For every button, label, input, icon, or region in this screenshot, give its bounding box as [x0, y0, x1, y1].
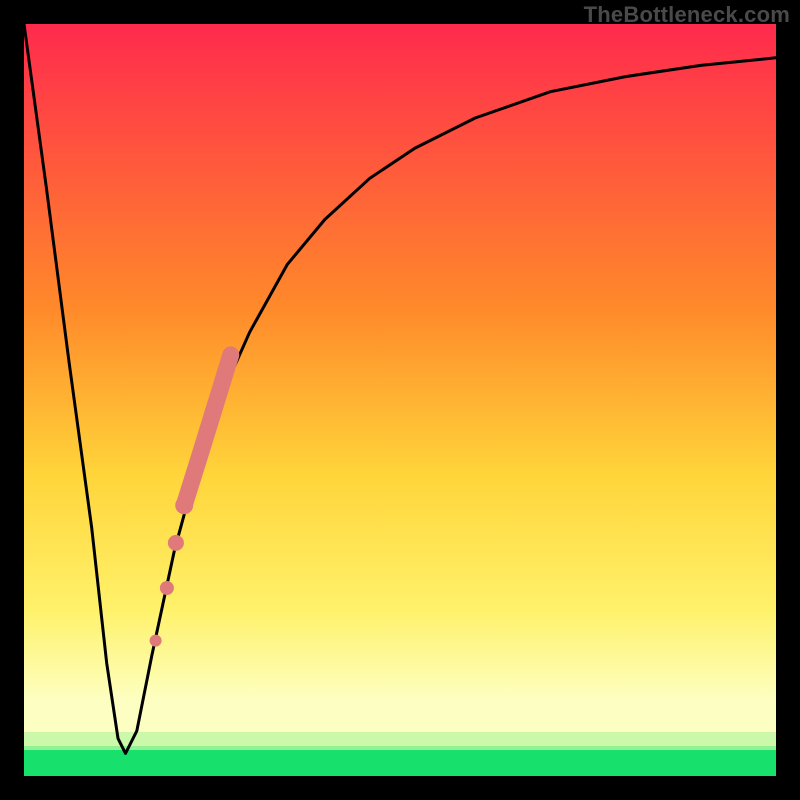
- highlight-dot: [175, 496, 193, 514]
- green-fade: [24, 732, 776, 750]
- chart-frame: TheBottleneck.com: [0, 0, 800, 800]
- highlight-dot: [150, 635, 162, 647]
- green-band: [24, 746, 776, 776]
- gradient-background: [24, 24, 776, 776]
- watermark-text: TheBottleneck.com: [584, 2, 790, 28]
- highlight-dot: [160, 581, 174, 595]
- highlight-dot: [168, 535, 184, 551]
- plot-area: [24, 24, 776, 776]
- chart-svg: [24, 24, 776, 776]
